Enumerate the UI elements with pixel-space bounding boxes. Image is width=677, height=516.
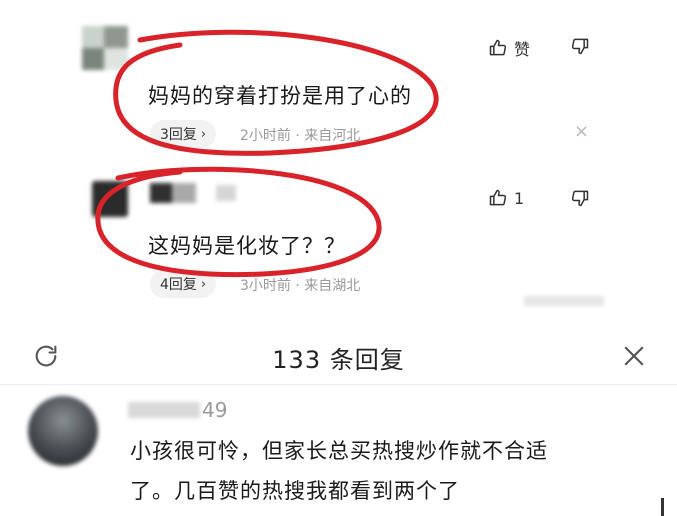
annotation-ellipse xyxy=(113,29,439,156)
divider xyxy=(0,384,677,385)
username-suffix: 49 xyxy=(202,398,228,422)
reply-username: 49 xyxy=(128,398,227,422)
username-blur xyxy=(128,402,200,418)
reply-text-line-2: 了。几百赞的热搜我都看到两个了 xyxy=(130,479,460,503)
avatar[interactable] xyxy=(28,396,98,466)
close-icon[interactable] xyxy=(620,342,648,374)
annotation-ellipse xyxy=(95,166,382,278)
scrollbar[interactable] xyxy=(661,498,664,516)
panel-title: 133 条回复 xyxy=(272,346,405,374)
reply-text-line-1: 小孩很可怜，但家长总买热搜炒作就不合适 xyxy=(130,439,548,463)
replies-panel: 133 条回复 49 小孩很可怜，但家长总买热搜炒作就不合适 了。几百赞的热搜我… xyxy=(0,322,677,516)
